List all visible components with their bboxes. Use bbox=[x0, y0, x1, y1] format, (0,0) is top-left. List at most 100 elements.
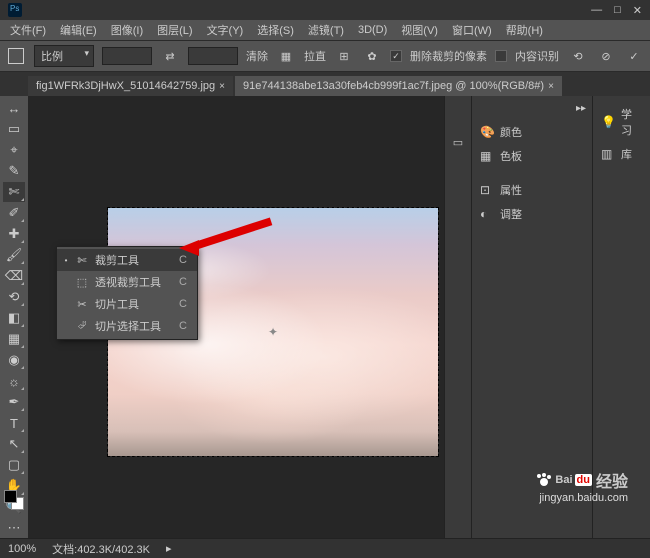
flyout-item[interactable]: ✂ 切片工具 C bbox=[57, 293, 197, 315]
menu-item[interactable]: 滤镜(T) bbox=[302, 20, 350, 40]
flyout-item[interactable]: ⬚透视裁剪工具C bbox=[57, 271, 197, 293]
content-aware-label: 内容识别 bbox=[515, 48, 559, 64]
flyout-label: 切片选择工具 bbox=[95, 318, 161, 334]
bulb-icon: 💡 bbox=[601, 115, 615, 129]
dodge-tool[interactable]: ☼ bbox=[3, 371, 25, 391]
panel-collapse-button[interactable]: ▸▸ bbox=[472, 96, 592, 120]
crop-tool-flyout: •✄裁剪工具C⬚透视裁剪工具C✂切片工具C⮰切片选择工具C bbox=[56, 246, 198, 340]
properties-icon: ⊡ bbox=[480, 183, 494, 197]
crop-options-icon[interactable]: ✿ bbox=[362, 47, 382, 65]
document-tabs: fig1WFRk3DjHwX_51014642759.jpg × 91e744138… bbox=[0, 72, 650, 96]
menu-item[interactable]: 窗口(W) bbox=[446, 20, 498, 40]
edit-toolbar[interactable]: ⋯ bbox=[3, 518, 25, 538]
zoom-level[interactable]: 100% bbox=[8, 543, 36, 555]
cancel-crop-icon[interactable]: ⊘ bbox=[596, 47, 616, 65]
window-controls: — □ ✕ bbox=[591, 4, 642, 17]
swatches-icon: ▦ bbox=[480, 149, 494, 163]
history-panel-icon[interactable]: ▭ bbox=[453, 136, 463, 149]
shortcut-label: C bbox=[167, 320, 187, 332]
color-swatches[interactable] bbox=[4, 490, 24, 510]
crop-tool[interactable]: ✄ bbox=[3, 182, 25, 202]
height-input[interactable] bbox=[188, 47, 238, 65]
overlay-options-icon[interactable]: ⊞ bbox=[334, 47, 354, 65]
menu-item[interactable]: 文字(Y) bbox=[201, 20, 250, 40]
eyedropper-tool[interactable]: ✐ bbox=[3, 203, 25, 223]
foreground-color[interactable] bbox=[4, 490, 17, 503]
quick-select-tool[interactable]: ✎ bbox=[3, 161, 25, 181]
adjustments-panel-tab[interactable]: ◐调整 bbox=[472, 202, 592, 226]
flyout-item[interactable]: ⮰ 切片选择工具 C bbox=[57, 315, 197, 337]
tool-icon: ✂ bbox=[75, 298, 89, 311]
eraser-tool[interactable]: ◧ bbox=[3, 308, 25, 328]
close-button[interactable]: ✕ bbox=[633, 4, 642, 17]
shortcut-label: C bbox=[167, 298, 187, 310]
stamp-tool[interactable]: ⌫ bbox=[3, 266, 25, 286]
move-tool[interactable]: ↔ bbox=[3, 98, 25, 118]
brush-tool[interactable]: 🖌 bbox=[3, 245, 25, 265]
shortcut-label: C bbox=[167, 276, 187, 288]
doc-info-chevron-icon[interactable]: ▸ bbox=[166, 542, 172, 555]
reset-icon[interactable]: ⟲ bbox=[568, 47, 588, 65]
maximize-button[interactable]: □ bbox=[614, 4, 621, 17]
flyout-label: 切片工具 bbox=[95, 296, 139, 312]
menu-item[interactable]: 文件(F) bbox=[4, 20, 52, 40]
blur-tool[interactable]: ◉ bbox=[3, 350, 25, 370]
menu-item[interactable]: 图层(L) bbox=[151, 20, 198, 40]
menu-item[interactable]: 图像(I) bbox=[105, 20, 149, 40]
swap-dimensions-button[interactable]: ⇄ bbox=[160, 47, 180, 65]
lasso-tool[interactable]: ⌖ bbox=[3, 140, 25, 160]
tab-close-icon[interactable]: × bbox=[548, 81, 554, 92]
content-aware-checkbox[interactable] bbox=[495, 50, 507, 62]
tools-panel: ↔▭⌖✎✄✐✚🖌⌫⟲◧▦◉☼✒T↖▢✋🔍⋯ bbox=[0, 96, 28, 538]
straighten-icon[interactable]: ▦ bbox=[276, 47, 296, 65]
color-panel-tab[interactable]: 🎨颜色 bbox=[472, 120, 592, 144]
options-bar: 比例 ⇄ 清除 ▦ 拉直 ⊞ ✿ 删除裁剪的像素 内容识别 ⟲ ⊘ ✓ bbox=[0, 40, 650, 72]
libraries-panel-tab[interactable]: ▥库 bbox=[593, 142, 650, 166]
flyout-label: 裁剪工具 bbox=[95, 252, 139, 268]
gradient-tool[interactable]: ▦ bbox=[3, 329, 25, 349]
clear-button[interactable]: 清除 bbox=[246, 48, 268, 64]
marquee-tool[interactable]: ▭ bbox=[3, 119, 25, 139]
paw-icon bbox=[535, 472, 553, 488]
tab-label: fig1WFRk3DjHwX_51014642759.jpg bbox=[36, 80, 215, 92]
width-input[interactable] bbox=[102, 47, 152, 65]
menu-item[interactable]: 3D(D) bbox=[352, 22, 393, 38]
status-bar: 100% 文档:402.3K/402.3K ▸ bbox=[0, 538, 650, 558]
collapsed-panel-strip: ▭ bbox=[444, 96, 472, 538]
crop-tool-icon[interactable] bbox=[6, 47, 26, 65]
menu-bar: 文件(F)编辑(E)图像(I)图层(L)文字(Y)选择(S)滤镜(T)3D(D)… bbox=[0, 20, 650, 40]
tab-close-icon[interactable]: × bbox=[219, 81, 225, 92]
history-brush-tool[interactable]: ⟲ bbox=[3, 287, 25, 307]
libraries-icon: ▥ bbox=[601, 147, 615, 161]
title-bar: — □ ✕ bbox=[0, 0, 650, 20]
menu-item[interactable]: 选择(S) bbox=[251, 20, 300, 40]
canvas-area[interactable]: ✦ •✄裁剪工具C⬚透视裁剪工具C✂切片工具C⮰切片选择工具C bbox=[28, 96, 444, 538]
menu-item[interactable]: 帮助(H) bbox=[500, 20, 549, 40]
tab-label: 91e744138abe13a30feb4cb999f1ac7f.jpeg @ … bbox=[243, 80, 544, 92]
learn-panel-tab[interactable]: 💡学习 bbox=[593, 102, 650, 142]
swatches-panel-tab[interactable]: ▦色板 bbox=[472, 144, 592, 168]
menu-item[interactable]: 视图(V) bbox=[395, 20, 444, 40]
menu-item[interactable]: 编辑(E) bbox=[54, 20, 103, 40]
delete-cropped-checkbox[interactable] bbox=[390, 50, 402, 62]
healing-tool[interactable]: ✚ bbox=[3, 224, 25, 244]
document-tab[interactable]: fig1WFRk3DjHwX_51014642759.jpg × bbox=[28, 76, 233, 96]
app-logo-icon bbox=[8, 3, 22, 17]
document-info[interactable]: 文档:402.3K/402.3K bbox=[52, 541, 150, 557]
minimize-button[interactable]: — bbox=[591, 4, 602, 17]
ratio-dropdown[interactable]: 比例 bbox=[34, 45, 94, 67]
pen-tool[interactable]: ✒ bbox=[3, 392, 25, 412]
tool-icon: ✄ bbox=[75, 254, 89, 267]
commit-crop-icon[interactable]: ✓ bbox=[624, 47, 644, 65]
straighten-label: 拉直 bbox=[304, 48, 326, 64]
path-select-tool[interactable]: ↖ bbox=[3, 434, 25, 454]
tool-icon: ⬚ bbox=[75, 276, 89, 289]
tool-icon: ⮰ bbox=[75, 320, 89, 333]
properties-panel-tab[interactable]: ⊡属性 bbox=[472, 178, 592, 202]
active-dot-icon: • bbox=[63, 256, 69, 265]
shape-tool[interactable]: ▢ bbox=[3, 455, 25, 475]
flyout-item[interactable]: •✄裁剪工具C bbox=[57, 249, 197, 271]
type-tool[interactable]: T bbox=[3, 413, 25, 433]
palette-icon: 🎨 bbox=[480, 125, 494, 139]
document-tab[interactable]: 91e744138abe13a30feb4cb999f1ac7f.jpeg @ … bbox=[235, 76, 562, 96]
